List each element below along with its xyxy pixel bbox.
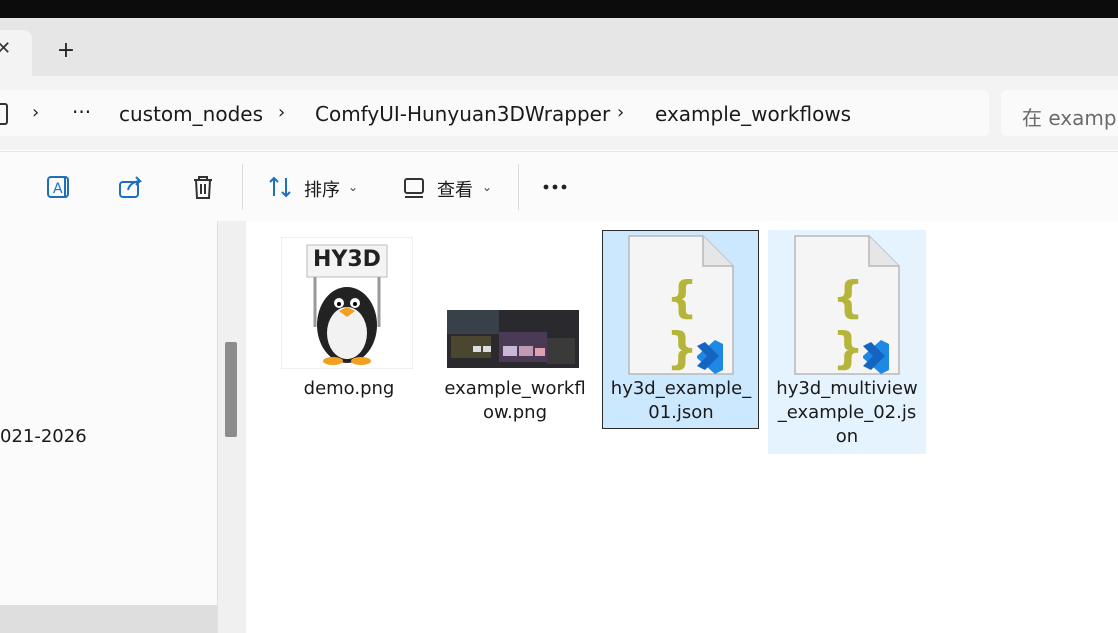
- file-name-hy3d-multiview-example-02[interactable]: hy3d_multiview_example_02.json: [776, 377, 918, 449]
- view-button-label[interactable]: 查看: [437, 176, 473, 202]
- breadcrumb-item-example-workflows[interactable]: example_workflows: [655, 102, 851, 126]
- breadcrumb-item-custom-nodes[interactable]: custom_nodes: [119, 102, 263, 126]
- share-icon[interactable]: [118, 174, 144, 200]
- command-bar: A 排序 ⌄ 查看 ⌄: [0, 151, 1118, 222]
- nav-item-selected[interactable]: [0, 605, 217, 633]
- window-top-strip: [0, 0, 1118, 18]
- nav-scrollbar-thumb[interactable]: [225, 342, 237, 437]
- file-name-demo[interactable]: demo.png: [277, 377, 421, 401]
- close-tab-icon[interactable]: ✕: [0, 38, 11, 59]
- view-chevron-down-icon[interactable]: ⌄: [482, 180, 492, 194]
- demo-thumbnail-text: HY3D: [313, 247, 381, 272]
- file-name-example-workflow[interactable]: example_workflow.png: [443, 377, 587, 425]
- svg-text:A: A: [53, 181, 63, 197]
- breadcrumb-item-wrapper[interactable]: ComfyUI-Hunyuan3DWrapper: [315, 102, 610, 126]
- view-icon[interactable]: [402, 174, 428, 200]
- folder-icon[interactable]: [0, 103, 8, 125]
- json-braces-icon: { }: [666, 272, 698, 374]
- breadcrumb-chevron-icon[interactable]: ›: [32, 102, 39, 123]
- file-name-hy3d-example-01[interactable]: hy3d_example_01.json: [610, 377, 752, 425]
- delete-icon[interactable]: [190, 174, 216, 200]
- toolbar-separator: [518, 164, 519, 210]
- nav-item-label[interactable]: 021-2026: [0, 426, 87, 447]
- file-item-demo[interactable]: HY3D: [281, 237, 413, 369]
- json-braces-icon: { }: [832, 272, 864, 374]
- breadcrumb-overflow[interactable]: ···: [72, 100, 91, 124]
- file-item-hy3d-example-01[interactable]: { }: [627, 234, 735, 376]
- sort-icon[interactable]: [267, 174, 293, 200]
- sort-button-label[interactable]: 排序: [304, 176, 340, 202]
- sort-chevron-down-icon[interactable]: ⌄: [348, 180, 358, 194]
- more-icon[interactable]: [542, 174, 568, 200]
- file-item-example-workflow[interactable]: [447, 310, 579, 368]
- workflow-thumbnail: [447, 310, 579, 368]
- tab-strip: [0, 18, 1118, 76]
- breadcrumb-chevron-icon[interactable]: ›: [617, 102, 624, 123]
- file-item-hy3d-multiview-example-02[interactable]: { }: [793, 234, 901, 376]
- breadcrumb-chevron-icon[interactable]: ›: [278, 102, 285, 123]
- search-placeholder: 在 example: [1022, 106, 1118, 130]
- rename-icon[interactable]: A: [46, 174, 72, 200]
- toolbar-separator: [242, 164, 243, 210]
- new-tab-button[interactable]: +: [53, 38, 79, 64]
